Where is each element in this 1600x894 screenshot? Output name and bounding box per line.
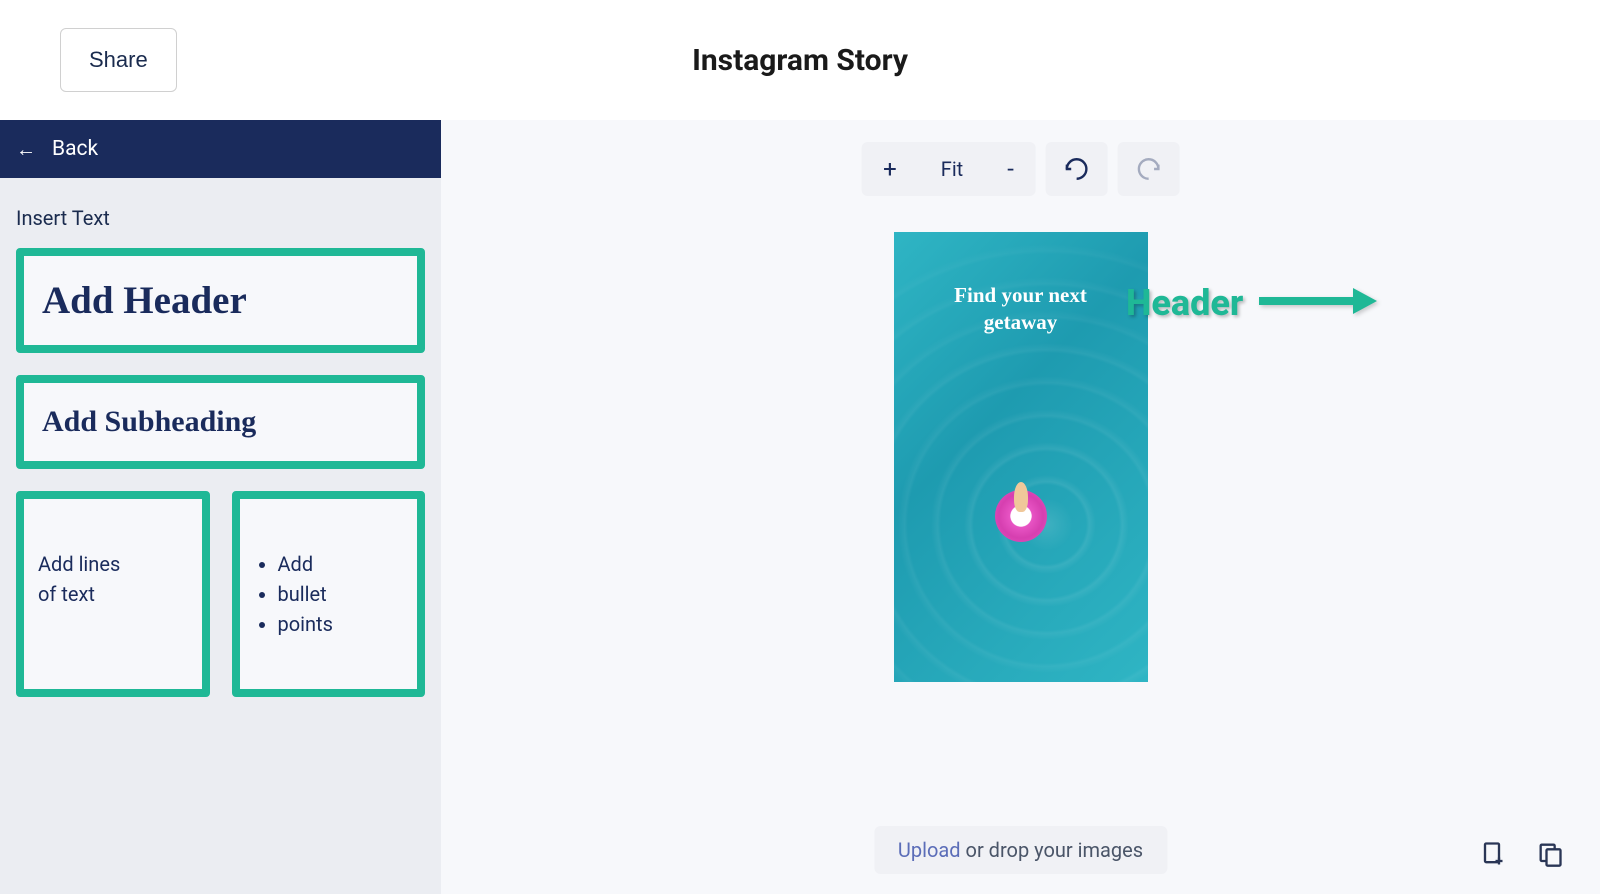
swimmer-illustration — [995, 490, 1047, 542]
person-icon — [1014, 482, 1028, 512]
bottom-icons — [1472, 834, 1570, 874]
zoom-out-button[interactable]: - — [999, 155, 1022, 183]
topbar: Share Instagram Story — [0, 0, 1600, 120]
canvas-area: + Fit - Find your next getaw — [441, 120, 1600, 894]
upload-rest: or drop your images — [961, 838, 1144, 862]
share-button[interactable]: Share — [60, 28, 177, 92]
duplicate-page-button[interactable] — [1530, 834, 1570, 874]
undo-icon — [1064, 156, 1090, 182]
upload-link[interactable]: Upload — [898, 838, 961, 862]
undo-button[interactable] — [1046, 142, 1108, 196]
annotation-label: Header — [1126, 282, 1243, 324]
story-header-line2: getaway — [914, 309, 1128, 336]
sidebar-section-title: Insert Text — [0, 178, 441, 248]
bullet-item: Add — [278, 549, 404, 579]
zoom-in-button[interactable]: + — [875, 155, 905, 183]
add-bullets-list: Add bullet points — [254, 549, 404, 639]
zoom-control: + Fit - — [861, 142, 1036, 196]
insert-text-options: Add Header Add Subheading Add lines of t… — [0, 248, 441, 697]
add-lines-line1: Add lines — [38, 549, 188, 579]
bullet-item: points — [278, 609, 404, 639]
add-subheading-option[interactable]: Add Subheading — [16, 375, 425, 469]
arrow-left-icon: ← — [16, 137, 36, 162]
redo-icon — [1136, 156, 1162, 182]
add-lines-line2: of text — [38, 579, 188, 609]
story-preview[interactable]: Find your next getaway — [894, 232, 1148, 682]
add-page-icon — [1478, 840, 1506, 868]
add-header-label: Add Header — [42, 278, 399, 323]
upload-bar[interactable]: Upload or drop your images — [874, 826, 1167, 874]
redo-button[interactable] — [1118, 142, 1180, 196]
sidebar: ← Back Insert Text Add Header Add Subhea… — [0, 120, 441, 894]
main-area: ← Back Insert Text Add Header Add Subhea… — [0, 120, 1600, 894]
back-button[interactable]: ← Back — [0, 120, 441, 178]
add-subheading-label: Add Subheading — [42, 405, 399, 439]
story-header-line1: Find your next — [914, 282, 1128, 309]
add-page-button[interactable] — [1472, 834, 1512, 874]
annotation-callout: Header — [1126, 282, 1377, 324]
duplicate-icon — [1536, 840, 1564, 868]
float-ring-icon — [995, 490, 1047, 542]
add-header-option[interactable]: Add Header — [16, 248, 425, 353]
page-title: Instagram Story — [0, 43, 1600, 78]
canvas-toolbar: + Fit - — [861, 142, 1180, 196]
back-label: Back — [52, 137, 98, 161]
add-lines-option[interactable]: Add lines of text — [16, 491, 210, 697]
arrow-right-icon — [1257, 284, 1377, 322]
zoom-fit-button[interactable]: Fit — [933, 157, 971, 181]
bullet-item: bullet — [278, 579, 404, 609]
story-header-text[interactable]: Find your next getaway — [894, 282, 1148, 337]
add-bullets-option[interactable]: Add bullet points — [232, 491, 426, 697]
